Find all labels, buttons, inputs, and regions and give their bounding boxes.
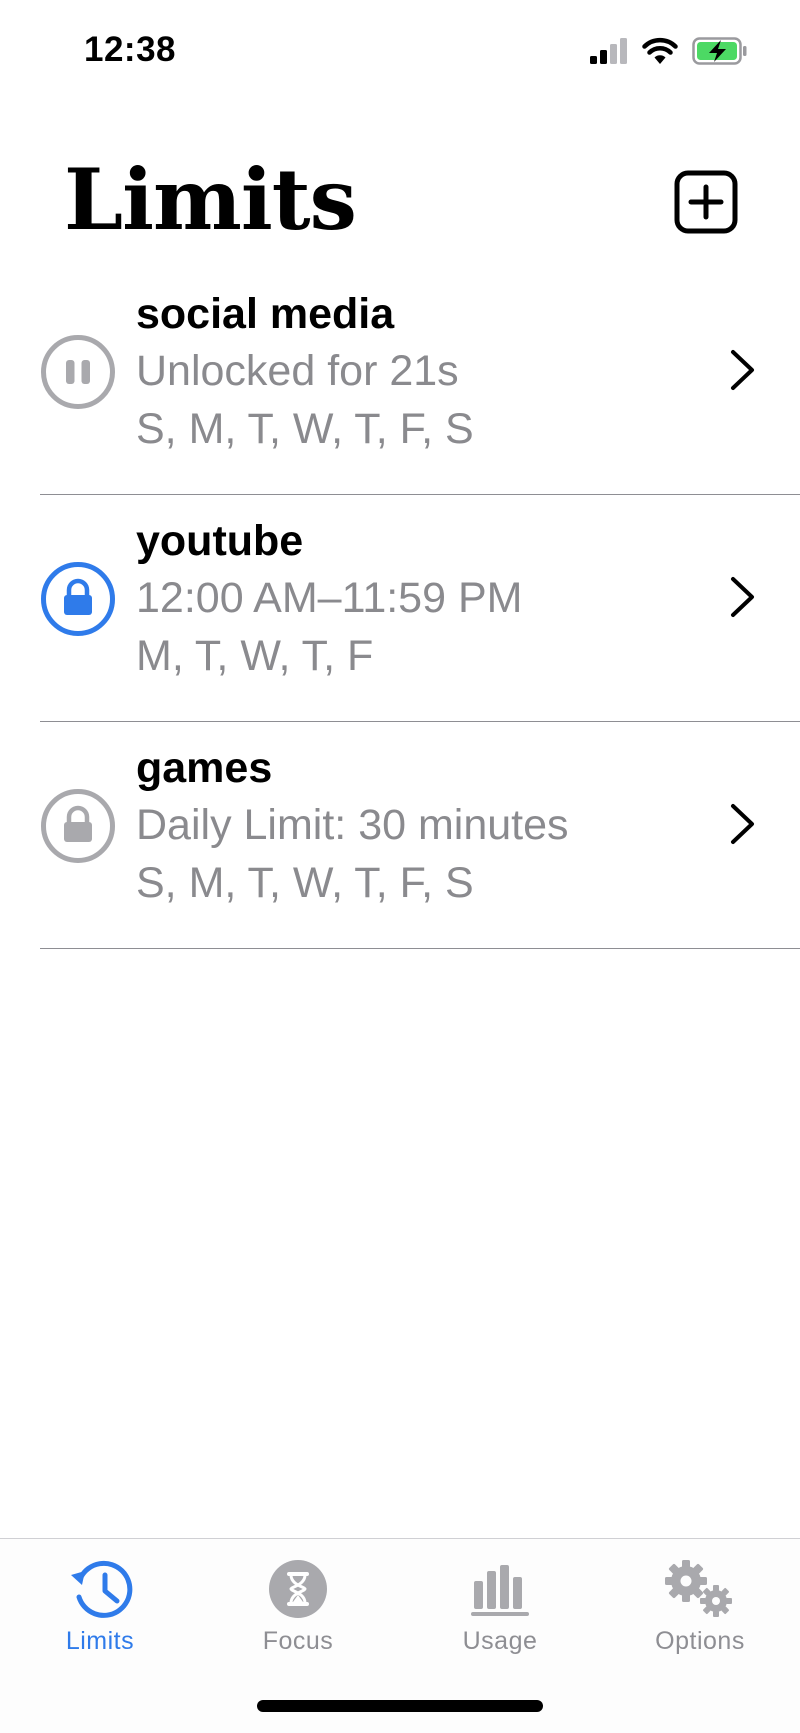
home-indicator[interactable] [257, 1700, 543, 1712]
chevron-right-icon [728, 575, 758, 619]
cellular-signal-icon [590, 38, 627, 64]
lock-icon [40, 561, 116, 637]
plus-square-icon [674, 170, 738, 234]
limit-name: games [136, 744, 273, 792]
bar-chart-icon [471, 1565, 529, 1616]
battery-charging-icon [692, 37, 747, 65]
limit-row-text: games Daily Limit: 30 minutes S, M, T, W… [136, 740, 569, 912]
row-divider [40, 947, 800, 949]
tab-label: Usage [462, 1627, 538, 1655]
limit-row-text: social media Unlocked for 21s S, M, T, W… [136, 286, 474, 458]
status-icons [590, 36, 748, 66]
chevron-right-icon [728, 348, 758, 392]
tab-label: Focus [262, 1627, 334, 1655]
add-limit-button[interactable] [674, 170, 738, 234]
hourglass-icon [269, 1560, 327, 1618]
limit-days: S, M, T, W, T, F, S [136, 859, 474, 907]
limit-detail: Daily Limit: 30 minutes [136, 801, 569, 849]
tab-focus[interactable]: Focus [198, 1539, 398, 1669]
wifi-icon [642, 37, 678, 64]
screen: 12:38 Limits social media Unlocked for 2… [0, 0, 800, 1733]
limit-detail: Unlocked for 21s [136, 347, 459, 395]
limit-name: youtube [136, 517, 304, 565]
limit-days: M, T, W, T, F [136, 632, 374, 680]
limit-row-social-media[interactable]: social media Unlocked for 21s S, M, T, W… [0, 268, 800, 495]
pause-icon [40, 334, 116, 410]
limits-list: social media Unlocked for 21s S, M, T, W… [0, 268, 800, 949]
gears-icon [665, 1560, 732, 1617]
chevron-right-icon [728, 802, 758, 846]
tab-limits[interactable]: Limits [0, 1539, 200, 1669]
clock-history-icon [71, 1560, 133, 1618]
tab-label: Options [655, 1627, 745, 1655]
limit-row-text: youtube 12:00 AM–11:59 PM M, T, W, T, F [136, 513, 522, 685]
limit-name: social media [136, 290, 395, 338]
limit-row-youtube[interactable]: youtube 12:00 AM–11:59 PM M, T, W, T, F [0, 495, 800, 722]
status-time: 12:38 [84, 30, 177, 69]
page-title: Limits [64, 150, 357, 249]
tab-options[interactable]: Options [600, 1539, 800, 1669]
limit-detail: 12:00 AM–11:59 PM [136, 574, 523, 622]
limit-row-games[interactable]: games Daily Limit: 30 minutes S, M, T, W… [0, 722, 800, 949]
lock-icon [40, 788, 116, 864]
tab-label: Limits [65, 1627, 135, 1655]
limit-days: S, M, T, W, T, F, S [136, 405, 474, 453]
tab-usage[interactable]: Usage [400, 1539, 600, 1669]
